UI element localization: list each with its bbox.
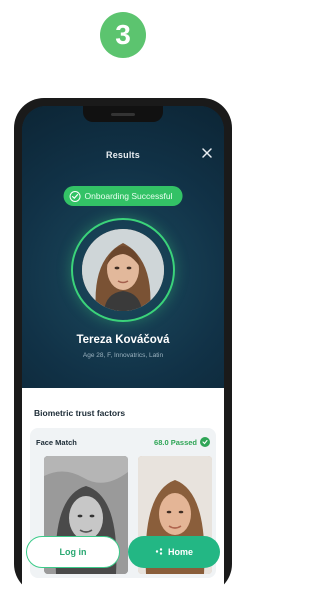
home-button[interactable]: Home [128, 536, 220, 568]
home-icon [155, 547, 164, 558]
check-circle-icon [200, 437, 210, 447]
status-score: 68.0 Passed [154, 437, 197, 447]
step-number: 3 [115, 19, 131, 50]
avatar [82, 229, 164, 311]
phone-frame: Results Onboarding Successful Tereza Kov… [14, 98, 232, 594]
close-icon[interactable] [200, 146, 214, 160]
phone-notch [83, 106, 163, 122]
face-match-status: 68.0 Passed [154, 437, 210, 447]
page-title: Results [106, 150, 140, 160]
home-button-label: Home [167, 547, 193, 557]
check-circle-icon [69, 190, 81, 202]
phone-screen: Results Onboarding Successful Tereza Kov… [22, 106, 224, 594]
person-details: Age 28, F, Innovatrics, Latin [82, 352, 164, 359]
section-title: Biometric trust factors [34, 408, 126, 418]
login-button[interactable]: Log in [26, 536, 120, 568]
step-number-badge: 3 [100, 12, 146, 58]
person-name: Tereza Kováčová [76, 334, 170, 346]
avatar-ring [71, 218, 175, 322]
onboarding-status-badge: Onboarding Successful [63, 186, 183, 206]
speaker-grille [111, 113, 135, 116]
results-header: Results Onboarding Successful Tereza Kov… [22, 106, 224, 388]
action-buttons: Log in Home [26, 536, 220, 568]
status-text: Onboarding Successful [84, 191, 173, 201]
card-label: Face Match [36, 438, 77, 447]
